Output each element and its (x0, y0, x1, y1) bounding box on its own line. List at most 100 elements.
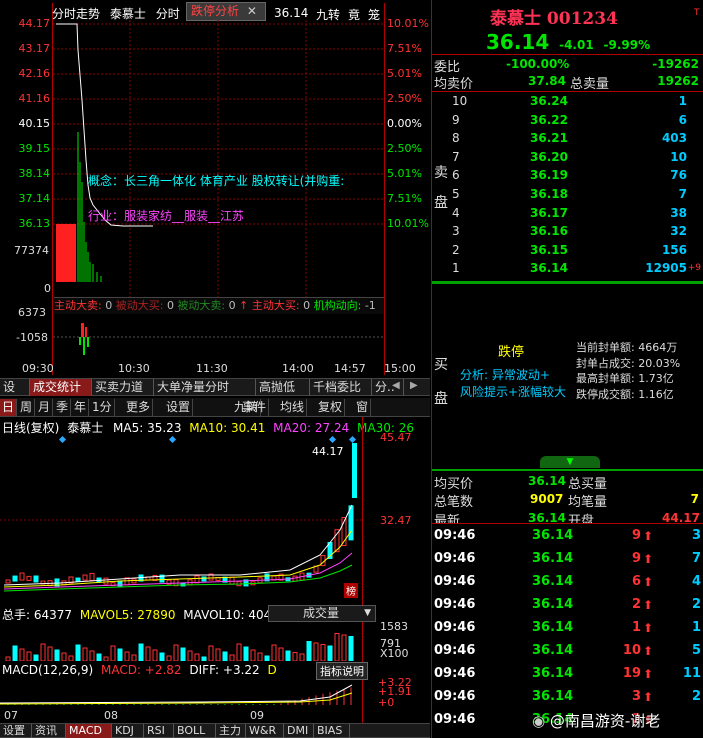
limit-title: 跌停 (498, 345, 525, 360)
ask-level: 9 (452, 112, 460, 127)
tab-indicator-6[interactable]: 主力 (216, 724, 246, 738)
ask-level: 6 (452, 168, 460, 183)
limit-popup-tab[interactable]: 跌停分析 ✕ (186, 2, 266, 21)
tab-analysis-0[interactable]: 设置 (0, 379, 30, 411)
arrow-up-icon: ↑ (239, 299, 249, 312)
flow-tick: -1058 (16, 331, 48, 344)
kline-toolbar-item[interactable]: 月 (36, 399, 54, 416)
ask-delta: +9 (687, 263, 701, 274)
collapse-toggle[interactable]: ▼ (540, 456, 600, 468)
tab-analysis-1[interactable]: 成交统计 (30, 379, 92, 396)
tick-price: 36.14 (532, 574, 574, 589)
pct-tick: 7.51% (387, 192, 422, 205)
indicator-help-button[interactable]: 指标说明 (316, 662, 368, 680)
tab-analysis-4[interactable]: 高抛低吸 (256, 379, 310, 411)
scroll-left-icon[interactable]: ◀ (392, 380, 400, 391)
tick-time: 09:46 (434, 551, 476, 566)
concept-text: 概念：长三角一体化 体育产业 股权转让(并购重: (88, 174, 345, 188)
chevron-down-icon: ▼ (364, 608, 371, 618)
tab-analysis-2[interactable]: 买卖力道 (92, 379, 154, 396)
price-tick: 42.16 (18, 67, 51, 80)
t-icon[interactable]: T (694, 8, 700, 18)
kline-toolbar-item[interactable]: 1分 (90, 399, 115, 416)
kline-toolbar-item[interactable]: 日 (0, 399, 18, 416)
tab-indicator-7[interactable]: W&R (246, 724, 284, 738)
ask-price: 36.20 (530, 149, 568, 164)
avg-buy: 36.14 (528, 474, 566, 488)
flow-value: 0 (228, 299, 236, 312)
side-char: 买 (434, 357, 448, 373)
ask-volume: 76 (670, 168, 687, 183)
tick-volume: 9 (631, 528, 641, 543)
kline-toolbar-item[interactable]: 复权 (316, 399, 346, 416)
kline-toolbar-item[interactable]: 年 (72, 399, 90, 416)
tab-indicator-5[interactable]: BOLL (174, 724, 216, 738)
arrow-up-icon: ⬆ (643, 690, 654, 704)
last-price: 36.14 (486, 30, 550, 54)
ask-level: 3 (452, 224, 460, 239)
tab-indicator-2[interactable]: MACD (66, 724, 112, 738)
macd-tick: +0 (378, 696, 395, 709)
scroll-right-icon[interactable]: ▶ (410, 380, 418, 391)
tab-indicator-1[interactable]: 资讯 (32, 724, 66, 738)
flow-value: -1 (364, 299, 376, 312)
tick-count: 4 (691, 574, 701, 589)
close-icon[interactable]: ✕ (247, 4, 257, 18)
month-label: 09 (250, 709, 264, 722)
tab-indicator-4[interactable]: RSI (144, 724, 174, 738)
analysis-tabbar: 设置成交统计买卖力道大单净量分时高抛低吸千档委比分.. (0, 378, 430, 411)
price-tick: 41.16 (18, 92, 51, 105)
tick-count: 11 (682, 666, 701, 681)
tab-indicator-0[interactable]: 设置 (0, 724, 32, 738)
pct-tick: 7.51% (387, 42, 422, 55)
time-label: 09:30 (22, 362, 54, 375)
tab-analysis-5[interactable]: 千档委比 (310, 379, 372, 396)
kline-toolbar-item[interactable]: 事件 (240, 399, 270, 416)
period-label: 分时 (155, 7, 180, 21)
indicator-tabbar: 设置 资讯 MACD KDJ RSI BOLL 主力 W&R DMI BIAS (0, 723, 430, 738)
flow-value: 0 (105, 299, 113, 312)
mavol5-value: MAVOL5: 27890 (79, 608, 176, 622)
tick-volume: 9 (631, 551, 641, 566)
quote-panel: 泰慕士 001234 T 36.14 -4.01 -9.99% 委比 -100.… (431, 0, 703, 738)
kline-toolbar-item[interactable]: 窗 (354, 399, 372, 416)
analysis-link[interactable]: 分析: 异常波动+ (460, 366, 550, 383)
kline-toolbar-item[interactable]: 设置 (164, 399, 194, 416)
time-label: 10:30 (118, 362, 150, 375)
tick-count: 3 (691, 528, 701, 543)
ask-volume: 403 (661, 131, 687, 146)
flow-value: 0 (166, 299, 174, 312)
tab-intraday[interactable]: 分时走势 (52, 7, 100, 21)
avg-sell: 37.84 (528, 74, 566, 88)
price-tick: 36.13 (18, 217, 51, 230)
ask-price: 36.14 (530, 261, 568, 276)
vol-tick: 1583 (380, 620, 408, 633)
ask-volume: 12905 (645, 261, 687, 276)
indicator-select[interactable]: 成交量 ▼ (268, 605, 376, 622)
dea-value: D (267, 663, 277, 677)
tick-count: 7 (691, 551, 701, 566)
month-label: 08 (104, 709, 118, 722)
tab-analysis-3[interactable]: 大单净量分时 (154, 379, 256, 396)
kline-toolbar-item[interactable]: 周 (18, 399, 36, 416)
kline-toolbar-item[interactable]: 均线 (278, 399, 308, 416)
kline-toolbar-item[interactable]: 季 (54, 399, 72, 416)
tab-indicator-8[interactable]: DMI (284, 724, 314, 738)
kline-toolbar-item[interactable]: 更多 (124, 399, 154, 416)
tab-indicator-9[interactable]: BIAS (314, 724, 350, 738)
tab-indicator-3[interactable]: KDJ (112, 724, 144, 738)
time-label: 15:00 (384, 362, 416, 375)
price-tick: 37.14 (18, 192, 51, 205)
flow-tick: 6373 (18, 306, 46, 319)
tick-count: 2 (691, 597, 701, 612)
tick-price: 36.14 (532, 620, 574, 635)
watermark: ◉ @南昌游资-谢老 (532, 710, 660, 731)
risk-link[interactable]: 风险提示+涨幅较大 (460, 383, 566, 400)
tick-volume: 3 (631, 689, 641, 704)
ask-price: 36.17 (530, 205, 568, 220)
bang-badge[interactable]: 榜 (344, 583, 358, 598)
ask-price: 36.19 (530, 168, 568, 183)
diff-value: DIFF: +3.22 (189, 663, 260, 677)
avg-buy-label: 均买价 (434, 477, 474, 492)
price-fragment: 36.14 (274, 6, 309, 20)
